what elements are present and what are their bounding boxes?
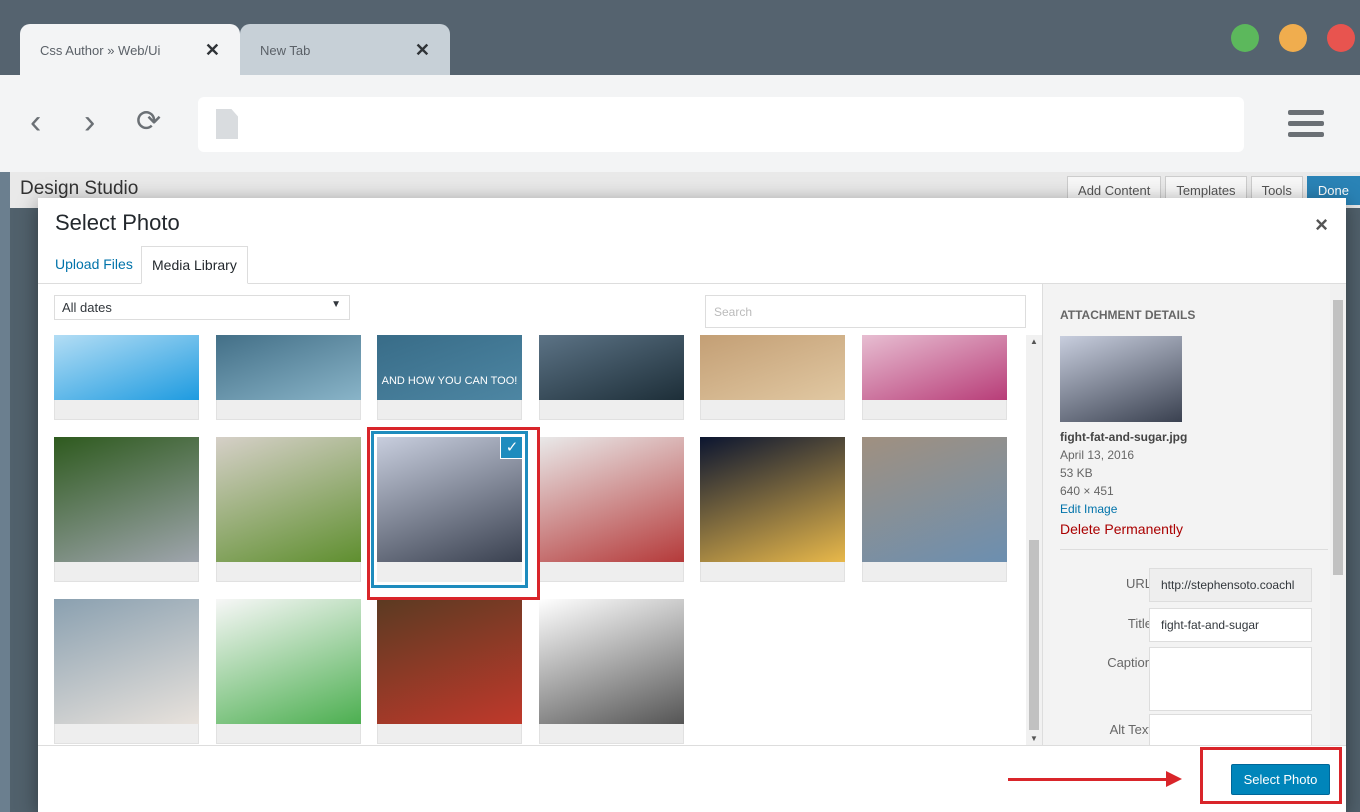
thumbnail-and-how-you-can-too[interactable]: AND HOW YOU CAN TOO! bbox=[377, 335, 522, 420]
attachment-size: 53 KB bbox=[1060, 466, 1093, 480]
annotation-arrow bbox=[1008, 778, 1168, 781]
attachment-date: April 13, 2016 bbox=[1060, 448, 1135, 462]
browser-tab-active[interactable]: Css Author » Web/Ui ✕ bbox=[20, 24, 240, 76]
thumbnail-image bbox=[215, 599, 361, 724]
thumbnail-vegetables-table[interactable] bbox=[377, 599, 522, 744]
tab-media-library[interactable]: Media Library bbox=[141, 246, 248, 284]
sidebar-scroll-thumb[interactable] bbox=[1333, 300, 1343, 575]
thumbnail-image bbox=[377, 335, 522, 400]
thumbnail-classical-painting[interactable] bbox=[700, 335, 845, 420]
tab-title: Css Author » Web/Ui bbox=[40, 42, 161, 58]
divider bbox=[1060, 549, 1328, 550]
thumbnail-image bbox=[861, 335, 1007, 400]
thumbnail-image bbox=[215, 437, 361, 562]
forward-arrow-icon[interactable]: › bbox=[84, 105, 95, 139]
modal-title: Select Photo bbox=[55, 210, 180, 235]
select-photo-modal: Select Photo × Upload Files Media Librar… bbox=[38, 198, 1346, 812]
thumbnail-image bbox=[215, 335, 361, 400]
attachment-dimensions: 640 × 451 bbox=[1060, 484, 1114, 498]
reload-icon[interactable]: ⟳ bbox=[136, 105, 161, 139]
thumbnail-couple-kissing[interactable] bbox=[538, 437, 684, 582]
alt-text-field[interactable] bbox=[1149, 714, 1312, 745]
thumbnail-mountain-landscape[interactable] bbox=[538, 335, 684, 420]
thumbnail-checkmark-logo[interactable] bbox=[54, 335, 199, 420]
page-icon bbox=[216, 109, 238, 139]
dropdown-caret-icon: ▼ bbox=[331, 299, 341, 310]
annotation-arrow-head bbox=[1166, 771, 1182, 787]
annotation-selected-box bbox=[367, 427, 540, 600]
thumbnail-image bbox=[700, 437, 845, 562]
attachment-thumbnail bbox=[1060, 336, 1182, 422]
modal-footer: Select Photo bbox=[38, 745, 1346, 812]
delete-permanently-link[interactable]: Delete Permanently bbox=[1060, 521, 1183, 537]
thumbnail-image bbox=[54, 335, 199, 400]
alt-text-label: Alt Text bbox=[1109, 722, 1152, 737]
caption-field[interactable] bbox=[1149, 647, 1312, 711]
thumbnail-people-meeting[interactable] bbox=[54, 599, 199, 744]
thumbnail-woman-jogging-beach[interactable] bbox=[861, 437, 1007, 582]
thumbnail-image bbox=[700, 335, 845, 400]
edit-image-link[interactable]: Edit Image bbox=[1060, 502, 1117, 516]
page-title: Design Studio bbox=[20, 178, 139, 199]
browser-tab-bar: Css Author » Web/Ui ✕ New Tab ✕ bbox=[0, 0, 1360, 76]
scroll-thumb[interactable] bbox=[1029, 540, 1039, 730]
caption-label: Caption bbox=[1107, 655, 1152, 670]
tab-upload-files[interactable]: Upload Files bbox=[45, 246, 143, 284]
thumbnail-image bbox=[538, 335, 684, 400]
thumbnail-knot-logo[interactable] bbox=[861, 335, 1007, 420]
thumbnail-night-earth-lights[interactable] bbox=[700, 437, 845, 582]
search-input[interactable]: Search bbox=[705, 295, 1026, 328]
thumbnail-image bbox=[54, 599, 199, 724]
date-filter-select[interactable]: All dates ▼ bbox=[54, 295, 350, 320]
thumbnail-image bbox=[54, 437, 199, 562]
browser-nav-bar: ‹ › ⟳ bbox=[0, 75, 1360, 172]
url-field[interactable]: http://stephensoto.coachl bbox=[1149, 568, 1312, 602]
scroll-down-icon[interactable]: ▼ bbox=[1026, 734, 1042, 743]
thumbnail-caption: AND HOW YOU CAN TOO! bbox=[381, 375, 518, 387]
back-arrow-icon[interactable]: ‹ bbox=[30, 105, 41, 139]
address-bar[interactable] bbox=[198, 97, 1244, 152]
annotation-highlight-box bbox=[1200, 747, 1342, 804]
minimize-window-button[interactable] bbox=[1279, 24, 1307, 52]
close-icon[interactable]: ✕ bbox=[415, 40, 430, 61]
thumbnail-brain-coloring[interactable] bbox=[215, 599, 361, 744]
thumbnail-image bbox=[377, 599, 522, 724]
thumbnail-image bbox=[538, 437, 684, 562]
sidebar-scrollbar[interactable] bbox=[1330, 284, 1346, 745]
tab-title: New Tab bbox=[260, 42, 311, 58]
close-window-button[interactable] bbox=[1327, 24, 1355, 52]
scroll-up-icon[interactable]: ▲ bbox=[1026, 337, 1042, 346]
attachment-filename: fight-fat-and-sugar.jpg bbox=[1060, 430, 1188, 444]
menu-icon[interactable] bbox=[1288, 110, 1324, 143]
thumbnail-image bbox=[861, 437, 1007, 562]
maximize-window-button[interactable] bbox=[1231, 24, 1259, 52]
title-field[interactable]: fight-fat-and-sugar bbox=[1149, 608, 1312, 642]
attachment-details-panel: ATTACHMENT DETAILS fight-fat-and-sugar.j… bbox=[1042, 284, 1346, 745]
date-filter-value: All dates bbox=[62, 300, 112, 315]
close-icon[interactable]: ✕ bbox=[205, 40, 220, 61]
grid-scrollbar[interactable]: ▲ ▼ bbox=[1026, 335, 1042, 745]
browser-tab-new[interactable]: New Tab ✕ bbox=[240, 24, 450, 76]
modal-tabs: Upload Files Media Library bbox=[38, 246, 1346, 284]
thumbnail-salad-tray[interactable] bbox=[215, 437, 361, 582]
thumbnail-image-placeholder[interactable] bbox=[538, 599, 684, 744]
thumbnail-runner-feet[interactable] bbox=[215, 335, 361, 420]
thumbnail-person-lying-grass[interactable] bbox=[54, 437, 199, 582]
attachment-details-heading: ATTACHMENT DETAILS bbox=[1060, 308, 1196, 322]
close-icon[interactable]: × bbox=[1315, 212, 1328, 238]
thumbnail-image bbox=[538, 599, 684, 724]
